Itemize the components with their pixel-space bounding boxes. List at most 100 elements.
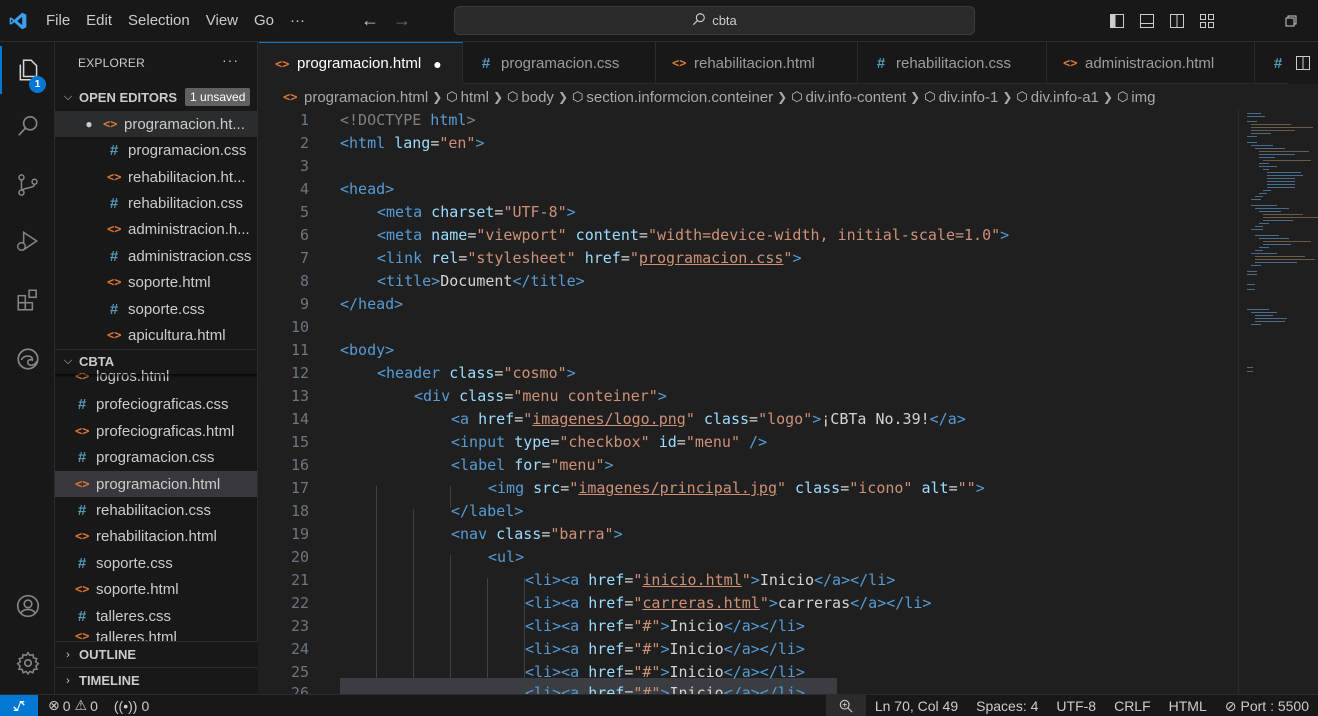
open-editor-item[interactable]: # programacion.css bbox=[55, 137, 257, 163]
unsaved-badge: 1 unsaved bbox=[185, 88, 251, 106]
code-line: 19 <nav class="barra"> bbox=[290, 525, 623, 543]
code-line: 12 <header class="cosmo"> bbox=[290, 364, 576, 382]
code-line: 11 <body> bbox=[290, 341, 395, 359]
editor-tabs: <> programacion.html ● # programacion.cs… bbox=[259, 42, 1318, 84]
folder-file-item[interactable]: <> rehabilitacion.html bbox=[55, 523, 257, 549]
code-line: 5 <meta charset="UTF-8"> bbox=[299, 203, 576, 221]
language-mode[interactable]: HTML bbox=[1160, 695, 1216, 716]
toggle-panel-icon[interactable] bbox=[1136, 10, 1158, 32]
sidebar-more-button[interactable]: ··· bbox=[222, 52, 239, 68]
breadcrumb-item[interactable]: ⬡ div.info-1 bbox=[924, 89, 998, 106]
restore-window-icon[interactable] bbox=[1280, 10, 1302, 32]
code-line: 24 <li><a href="#">Inicio</a></li> bbox=[290, 640, 805, 658]
breadcrumb-item[interactable]: <> programacion.html bbox=[283, 89, 428, 106]
search-view-icon[interactable] bbox=[0, 102, 55, 150]
forward-arrow-icon[interactable]: → bbox=[393, 10, 411, 31]
breadcrumb-item[interactable]: ⬡ div.info-a1 bbox=[1016, 89, 1098, 106]
code-line: 9 </head> bbox=[299, 295, 404, 313]
live-server-port[interactable]: ⊘ Port : 5500 bbox=[1216, 695, 1318, 716]
tab-programacion-css[interactable]: # programacion.css bbox=[463, 42, 656, 84]
minimap[interactable] bbox=[1238, 109, 1318, 694]
remote-indicator-icon[interactable] bbox=[0, 694, 38, 716]
menu-go[interactable]: Go bbox=[246, 6, 282, 36]
customize-layout-icon[interactable] bbox=[1196, 10, 1218, 32]
css-file-icon: # bbox=[109, 247, 119, 265]
zoom-icon[interactable] bbox=[825, 695, 866, 716]
run-debug-icon[interactable] bbox=[0, 217, 55, 265]
html-file-icon: <> bbox=[107, 275, 122, 289]
code-line: 18 </label> bbox=[290, 502, 524, 520]
menu-view[interactable]: View bbox=[198, 6, 246, 36]
folder-file-item[interactable]: # soporte.css bbox=[55, 550, 257, 576]
folder-file-item[interactable]: # profeciograficas.css bbox=[55, 391, 257, 417]
block-icon: ⊘ bbox=[1224, 697, 1237, 714]
code-line: 7 <link rel="stylesheet" href="programaci… bbox=[299, 249, 802, 267]
error-icon: ⊗ bbox=[48, 697, 60, 713]
folder-file-item[interactable]: <> profeciograficas.html bbox=[55, 418, 257, 444]
source-control-icon[interactable] bbox=[0, 161, 55, 209]
open-editor-item[interactable]: ● <> programacion.ht... bbox=[55, 111, 257, 137]
tab-administracion-html[interactable]: <> administracion.html bbox=[1047, 42, 1255, 84]
toggle-primary-sidebar-icon[interactable] bbox=[1106, 10, 1128, 32]
breadcrumb-item[interactable]: ⬡ div.info-content bbox=[791, 89, 906, 106]
css-file-icon: # bbox=[109, 194, 119, 212]
open-editor-item[interactable]: # administracion.css bbox=[55, 243, 257, 269]
code-line: 20 <ul> bbox=[290, 548, 525, 566]
folder-file-item[interactable]: # talleres.css bbox=[55, 603, 257, 629]
explorer-icon[interactable]: 1 bbox=[0, 46, 55, 94]
code-line: 15 <input type="checkbox" id="menu" /> bbox=[290, 433, 768, 451]
open-editor-item[interactable]: # rehabilitacion.css bbox=[55, 190, 257, 216]
menu-bar: File Edit Selection View Go ··· bbox=[36, 6, 313, 36]
css-file-icon: # bbox=[77, 607, 87, 625]
open-editor-item[interactable]: <> soporte.html bbox=[55, 269, 257, 295]
menu-file[interactable]: File bbox=[36, 6, 78, 36]
breadcrumb-item[interactable]: ⬡ body bbox=[507, 89, 554, 106]
css-file-icon: # bbox=[109, 141, 119, 159]
accounts-icon[interactable] bbox=[0, 582, 55, 630]
line-endings[interactable]: CRLF bbox=[1105, 695, 1160, 716]
unsaved-dot-icon[interactable]: ● bbox=[433, 56, 441, 72]
tab-rehabilitacion-html[interactable]: <> rehabilitacion.html bbox=[656, 42, 858, 84]
cursor-position[interactable]: Ln 70, Col 49 bbox=[866, 695, 967, 716]
code-line: 6 <meta name="viewport" content="width=de… bbox=[299, 226, 1010, 244]
edge-devtools-icon[interactable] bbox=[0, 335, 55, 383]
timeline-header[interactable]: › TIMELINE bbox=[55, 667, 258, 693]
split-editor-icon[interactable] bbox=[1288, 42, 1318, 84]
open-editor-item[interactable]: <> apicultura.html bbox=[55, 322, 257, 348]
code-editor[interactable]: 1 <!DOCTYPE html> 2 <html lang="en"> 3 4 <h… bbox=[259, 109, 1238, 694]
symbol-element-icon: ⬡ bbox=[1116, 89, 1129, 104]
symbol-element-icon: ⬡ bbox=[924, 89, 936, 104]
breadcrumb-item[interactable]: ⬡ section.informcion.conteiner bbox=[572, 89, 773, 106]
toggle-secondary-sidebar-icon[interactable] bbox=[1166, 10, 1188, 32]
settings-gear-icon[interactable] bbox=[0, 639, 55, 687]
encoding[interactable]: UTF-8 bbox=[1047, 695, 1105, 716]
back-arrow-icon[interactable]: ← bbox=[361, 10, 379, 31]
open-editors-header[interactable]: ⌵ OPEN EDITORS 1 unsaved bbox=[55, 85, 257, 109]
outline-header[interactable]: › OUTLINE bbox=[55, 641, 258, 667]
explorer-badge: 1 bbox=[29, 76, 46, 93]
breadcrumb-item[interactable]: ⬡ html bbox=[446, 89, 489, 106]
open-editor-item[interactable]: # soporte.css bbox=[55, 296, 257, 322]
open-editor-item[interactable]: <> rehabilitacion.ht... bbox=[55, 164, 257, 190]
problems-indicator[interactable]: ⊗ 0 ⚠ 0 bbox=[48, 697, 98, 714]
tab-rehabilitacion-css[interactable]: # rehabilitacion.css bbox=[858, 42, 1047, 84]
css-file-icon: # bbox=[77, 501, 87, 519]
extensions-icon[interactable] bbox=[0, 276, 55, 324]
folder-file-item[interactable]: <> talleres.html bbox=[55, 629, 257, 641]
menu-selection[interactable]: Selection bbox=[120, 6, 198, 36]
folder-file-item[interactable]: <> programacion.html bbox=[55, 471, 257, 497]
html-file-icon: <> bbox=[672, 56, 687, 70]
folder-file-item[interactable]: # rehabilitacion.css bbox=[55, 497, 257, 523]
menu-edit[interactable]: Edit bbox=[78, 6, 120, 36]
vscode-logo-icon bbox=[0, 0, 36, 42]
tab-programacion-html[interactable]: <> programacion.html ● bbox=[259, 42, 463, 84]
html-file-icon: <> bbox=[75, 629, 90, 641]
indentation[interactable]: Spaces: 4 bbox=[967, 695, 1047, 716]
breadcrumb-item[interactable]: ⬡ img bbox=[1117, 89, 1156, 106]
ports-indicator[interactable]: ((•)) 0 bbox=[114, 698, 149, 714]
folder-file-item[interactable]: <> soporte.html bbox=[55, 576, 257, 602]
folder-file-item[interactable]: # programacion.css bbox=[55, 444, 257, 470]
open-editor-item[interactable]: <> administracion.h... bbox=[55, 216, 257, 242]
command-center-search[interactable]: cbta bbox=[454, 6, 975, 35]
menu-more[interactable]: ··· bbox=[282, 6, 313, 36]
